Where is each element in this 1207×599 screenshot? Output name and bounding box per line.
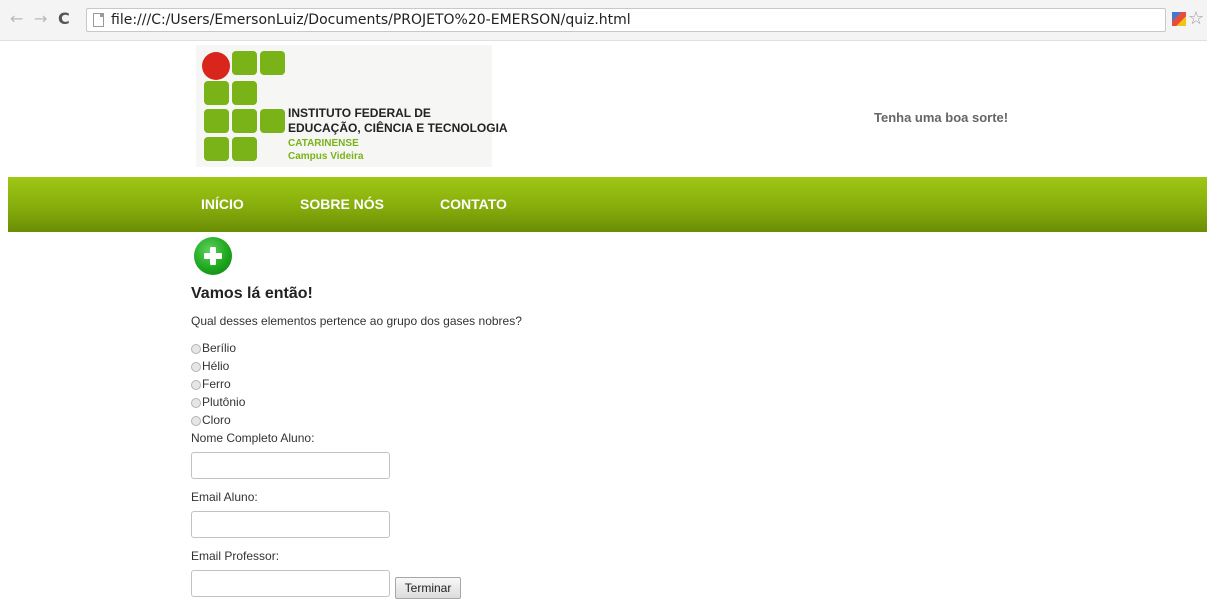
add-plus-icon[interactable] xyxy=(194,237,232,275)
option-label: Plutônio xyxy=(202,395,246,409)
student-name-label: Nome Completo Aluno: xyxy=(191,431,315,445)
option-label: Hélio xyxy=(202,359,230,373)
logo-text-line4: Campus Videira xyxy=(288,151,364,162)
address-bar[interactable]: file:///C:/Users/EmersonLuiz/Documents/P… xyxy=(86,8,1166,32)
nav-item-inicio[interactable]: INÍCIO xyxy=(201,196,244,212)
radio-plutonio[interactable] xyxy=(191,398,201,408)
logo-square xyxy=(260,109,285,133)
option-label: Cloro xyxy=(202,413,231,427)
bookmark-star-icon[interactable]: ☆ xyxy=(1188,8,1204,29)
nav-item-contato[interactable]: CONTATO xyxy=(440,196,507,212)
logo-square xyxy=(204,137,229,161)
radio-berilio[interactable] xyxy=(191,344,201,354)
option-berilio[interactable]: Berílio xyxy=(191,339,236,357)
logo-square xyxy=(232,137,257,161)
student-email-label: Email Aluno: xyxy=(191,490,258,504)
teacher-email-label: Email Professor: xyxy=(191,549,280,563)
header-tagline: Tenha uma boa sorte! xyxy=(874,110,1009,125)
option-label: Ferro xyxy=(202,377,231,391)
logo-text-line3: CATARINENSE xyxy=(288,138,359,149)
option-cloro[interactable]: Cloro xyxy=(191,411,231,429)
option-ferro[interactable]: Ferro xyxy=(191,375,231,393)
browser-toolbar: ← → C file:///C:/Users/EmersonLuiz/Docum… xyxy=(0,0,1207,41)
quiz-question: Qual desses elementos pertence ao grupo … xyxy=(191,314,522,328)
quiz-heading: Vamos lá então! xyxy=(191,285,313,302)
logo-red-circle xyxy=(202,52,230,80)
student-name-input[interactable] xyxy=(191,452,390,479)
logo-square xyxy=(232,51,257,75)
logo-text-line2: EDUCAÇÃO, CIÊNCIA E TECNOLOGIA xyxy=(288,121,508,135)
student-email-input[interactable] xyxy=(191,511,390,538)
radio-helio[interactable] xyxy=(191,362,201,372)
radio-cloro[interactable] xyxy=(191,416,201,426)
forward-arrow-icon[interactable]: → xyxy=(34,10,47,28)
main-navbar: INÍCIO SOBRE NÓS CONTATO xyxy=(8,177,1207,232)
radio-ferro[interactable] xyxy=(191,380,201,390)
logo-square xyxy=(204,81,229,105)
option-plutonio[interactable]: Plutônio xyxy=(191,393,245,411)
back-arrow-icon[interactable]: ← xyxy=(10,10,23,28)
institute-logo: INSTITUTO FEDERAL DE EDUCAÇÃO, CIÊNCIA E… xyxy=(196,45,508,167)
finish-button[interactable]: Terminar xyxy=(395,577,461,599)
extension-icon[interactable] xyxy=(1172,12,1186,26)
logo-square xyxy=(260,51,285,75)
reload-icon[interactable]: C xyxy=(58,10,70,28)
option-helio[interactable]: Hélio xyxy=(191,357,229,375)
logo-square xyxy=(232,109,257,133)
option-label: Berílio xyxy=(202,341,237,355)
logo-text-line1: INSTITUTO FEDERAL DE xyxy=(288,106,431,120)
logo-square xyxy=(204,109,229,133)
url-text[interactable]: file:///C:/Users/EmersonLuiz/Documents/P… xyxy=(111,12,631,28)
teacher-email-input[interactable] xyxy=(191,570,390,597)
logo-square xyxy=(232,81,257,105)
nav-item-sobre-nos[interactable]: SOBRE NÓS xyxy=(300,196,384,212)
page-icon xyxy=(93,13,104,27)
